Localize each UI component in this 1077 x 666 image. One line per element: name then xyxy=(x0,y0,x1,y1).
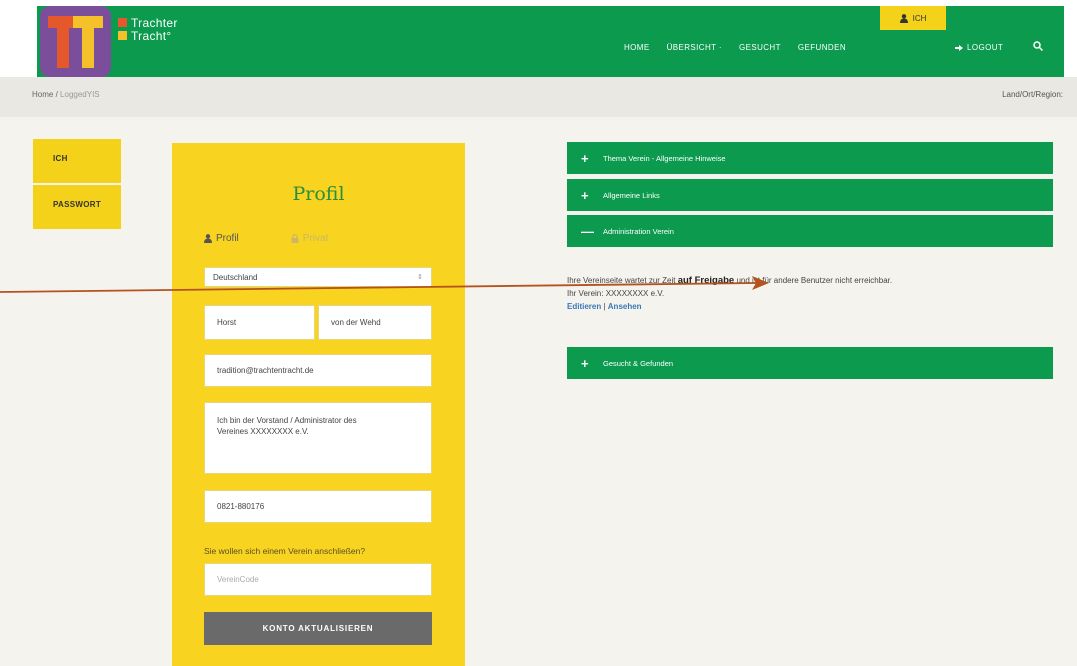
annotation-arrow xyxy=(0,276,769,293)
